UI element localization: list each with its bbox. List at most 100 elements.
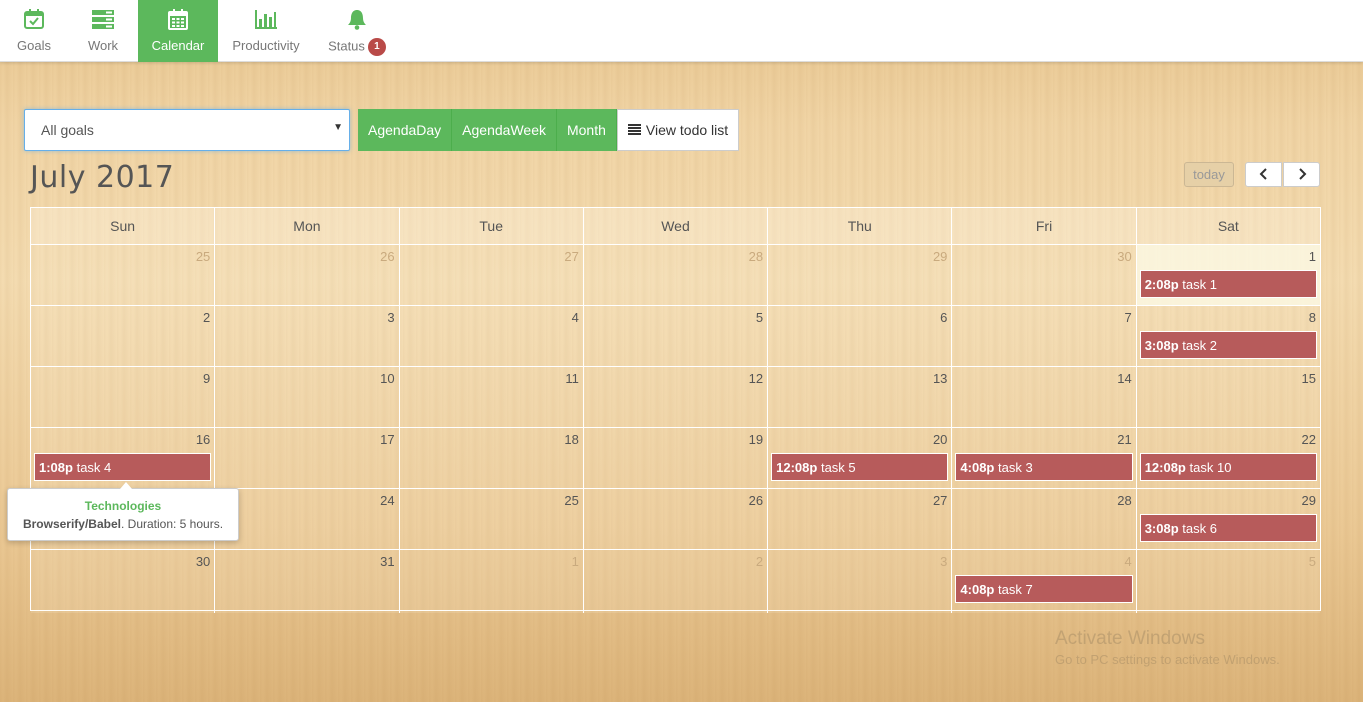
weekday-header-row: Sun Mon Tue Wed Thu Fri Sat bbox=[31, 208, 1320, 245]
day-cell[interactable]: 3 bbox=[215, 306, 400, 366]
day-cell[interactable]: 24 bbox=[215, 489, 400, 549]
nav-status-label: Status bbox=[328, 38, 365, 54]
prev-month-button[interactable] bbox=[1245, 162, 1282, 187]
calendar-event[interactable]: 4:08p task 7 bbox=[955, 575, 1133, 603]
day-number: 28 bbox=[1117, 493, 1132, 508]
goal-filter-value: All goals bbox=[41, 122, 94, 138]
bell-icon bbox=[346, 8, 368, 30]
day-cell[interactable]: 30 bbox=[952, 245, 1137, 305]
day-cell[interactable]: 25 bbox=[399, 489, 584, 549]
tooltip-body: Browserify/Babel. Duration: 5 hours. bbox=[8, 517, 238, 531]
day-cell[interactable]: 1 bbox=[399, 550, 584, 613]
tooltip-body-bold: Browserify/Babel bbox=[22, 517, 121, 531]
view-todo-list-button[interactable]: View todo list bbox=[616, 109, 740, 151]
day-cell[interactable]: 28 bbox=[583, 245, 769, 305]
day-cell[interactable]: 20 12:08p task 5 bbox=[768, 428, 953, 488]
day-cell[interactable]: 10 bbox=[215, 367, 400, 427]
day-cell[interactable]: 2 bbox=[583, 550, 769, 613]
day-cell[interactable]: 4 4:08p task 7 bbox=[952, 550, 1137, 613]
day-cell[interactable]: 30 bbox=[31, 550, 216, 613]
calendar-event[interactable]: 2:08p task 1 bbox=[1139, 270, 1317, 298]
day-cell[interactable]: 28 bbox=[952, 489, 1137, 549]
status-badge: 1 bbox=[367, 38, 386, 56]
calendar-grid-icon bbox=[167, 8, 189, 30]
week-row: 25 26 27 28 29 30 1 2:08p task 1 bbox=[31, 245, 1320, 306]
view-agendaweek-button[interactable]: AgendaWeek bbox=[452, 109, 557, 151]
day-number: 3 bbox=[387, 310, 395, 325]
event-title: task 3 bbox=[998, 460, 1033, 475]
day-number: 11 bbox=[565, 371, 579, 386]
event-time: 3:08p bbox=[1144, 521, 1179, 536]
week-row: 30 31 1 2 3 4 4:08p task 7 5 bbox=[31, 550, 1320, 613]
day-cell[interactable]: 11 bbox=[399, 367, 584, 427]
calendar-event[interactable]: 1:08p task 4 bbox=[34, 453, 212, 481]
day-number: 2 bbox=[755, 554, 764, 569]
nav-goals[interactable]: Goals bbox=[0, 0, 68, 62]
event-time: 4:08p bbox=[960, 460, 995, 475]
day-cell[interactable]: 6 bbox=[768, 306, 953, 366]
nav-calendar[interactable]: Calendar bbox=[138, 0, 218, 62]
weekday-header: Fri bbox=[952, 208, 1137, 244]
day-cell[interactable]: 27 bbox=[768, 489, 953, 549]
day-cell[interactable]: 14 bbox=[952, 367, 1137, 427]
day-number: 14 bbox=[1117, 371, 1132, 386]
day-cell[interactable]: 9 bbox=[31, 367, 216, 427]
day-cell[interactable]: 13 bbox=[768, 367, 953, 427]
day-cell[interactable]: 2 bbox=[31, 306, 216, 366]
day-cell[interactable]: 7 bbox=[952, 306, 1137, 366]
calendar-event[interactable]: 3:08p task 2 bbox=[1139, 331, 1317, 359]
nav-status[interactable]: Status 1 bbox=[324, 0, 390, 62]
day-cell[interactable]: 29 bbox=[768, 245, 953, 305]
calendar-event[interactable]: 4:08p task 3 bbox=[955, 453, 1133, 481]
event-tooltip: Technologies Browserify/Babel. Duration:… bbox=[7, 482, 239, 541]
today-button[interactable]: today bbox=[1184, 162, 1234, 187]
weekday-header: Wed bbox=[584, 208, 769, 244]
day-cell[interactable]: 27 bbox=[399, 245, 584, 305]
day-cell[interactable]: 5 bbox=[1136, 550, 1320, 613]
day-cell[interactable]: 5 bbox=[583, 306, 769, 366]
nav-work-label: Work bbox=[87, 38, 119, 53]
calendar-weeks: 25 26 27 28 29 30 1 2:08p task 1 2 3 4 5 6 7 8 3:08p ta… bbox=[31, 245, 1320, 613]
view-agendaday-button[interactable]: AgendaDay bbox=[358, 109, 453, 151]
day-cell[interactable]: 4 bbox=[399, 306, 584, 366]
week-row: 2 3 4 5 6 7 8 3:08p task 2 bbox=[31, 306, 1320, 367]
goal-filter-select[interactable]: All goals ▼ bbox=[24, 109, 350, 151]
nav-productivity[interactable]: Productivity bbox=[228, 0, 304, 62]
event-time: 1:08p bbox=[39, 460, 73, 475]
day-number: 3 bbox=[940, 554, 948, 569]
day-cell[interactable]: 26 bbox=[215, 245, 400, 305]
day-number: 15 bbox=[1301, 371, 1316, 386]
day-cell[interactable]: 26 bbox=[583, 489, 769, 549]
calendar-event[interactable]: 12:08p task 10 bbox=[1139, 453, 1317, 481]
calendar-event[interactable]: 12:08p task 5 bbox=[771, 453, 949, 481]
event-time: 12:08p bbox=[1144, 460, 1186, 475]
event-title: task 10 bbox=[1189, 460, 1232, 475]
event-title: task 1 bbox=[1182, 277, 1217, 292]
day-number: 5 bbox=[755, 310, 764, 325]
nav-work[interactable]: Work bbox=[68, 0, 138, 62]
month-calendar-grid: Sun Mon Tue Wed Thu Fri Sat 25 26 27 28 29 30 1 2:08p… bbox=[30, 207, 1321, 613]
day-cell[interactable]: 22 12:08p task 10 bbox=[1136, 428, 1320, 488]
next-month-button[interactable] bbox=[1283, 162, 1320, 187]
day-number: 20 bbox=[932, 432, 948, 447]
day-number: 28 bbox=[748, 249, 764, 264]
bar-chart-icon bbox=[254, 8, 278, 30]
day-cell[interactable]: 25 bbox=[31, 245, 216, 305]
day-cell[interactable]: 18 bbox=[399, 428, 584, 488]
nav-productivity-label: Productivity bbox=[232, 38, 300, 53]
day-cell[interactable]: 12 bbox=[583, 367, 769, 427]
day-cell[interactable]: 3 bbox=[768, 550, 953, 613]
day-cell[interactable]: 17 bbox=[215, 428, 400, 488]
day-cell[interactable]: 15 bbox=[1136, 367, 1320, 427]
view-month-button[interactable]: Month bbox=[556, 109, 617, 151]
day-cell[interactable]: 31 bbox=[215, 550, 400, 613]
day-cell[interactable]: 29 3:08p task 6 bbox=[1136, 489, 1320, 549]
day-cell[interactable]: 1 2:08p task 1 bbox=[1136, 245, 1320, 305]
day-cell[interactable]: 16 1:08p task 4 bbox=[31, 428, 216, 488]
day-cell[interactable]: 8 3:08p task 2 bbox=[1136, 306, 1320, 366]
day-cell[interactable]: 19 bbox=[583, 428, 769, 488]
calendar-event[interactable]: 3:08p task 6 bbox=[1139, 514, 1317, 542]
day-number: 18 bbox=[564, 432, 579, 447]
day-number: 13 bbox=[932, 371, 948, 386]
day-cell[interactable]: 21 4:08p task 3 bbox=[952, 428, 1137, 488]
